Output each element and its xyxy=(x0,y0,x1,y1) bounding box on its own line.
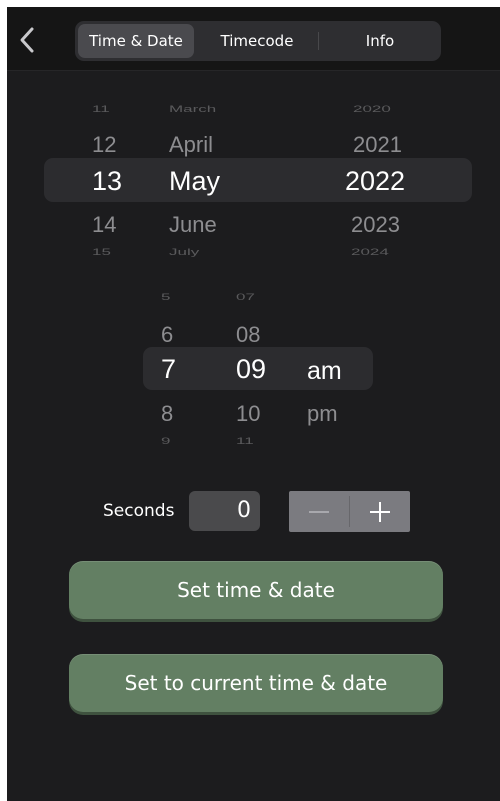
back-button[interactable] xyxy=(13,25,41,55)
minute-option[interactable]: 08 xyxy=(236,322,286,348)
time-picker[interactable]: 5 6 7 8 9 07 08 09 10 11 am pm xyxy=(7,287,500,452)
hour-option[interactable]: 5 xyxy=(161,292,191,303)
period-option-selected[interactable]: am xyxy=(307,357,357,386)
top-bar: Time & Date Timecode Info xyxy=(7,7,500,71)
month-option[interactable]: April xyxy=(169,132,279,158)
seconds-label: Seconds xyxy=(103,501,175,521)
day-option[interactable]: 12 xyxy=(92,132,132,158)
tab-info[interactable]: Info xyxy=(322,24,438,58)
set-current-time-date-button[interactable]: Set to current time & date xyxy=(69,654,443,712)
year-option-selected[interactable]: 2022 xyxy=(345,166,425,197)
day-option[interactable]: 15 xyxy=(92,247,132,258)
month-option[interactable]: March xyxy=(169,104,279,115)
minute-option[interactable]: 10 xyxy=(236,401,286,427)
year-option[interactable]: 2020 xyxy=(345,104,433,115)
plus-icon xyxy=(370,501,390,522)
month-option[interactable]: June xyxy=(169,212,279,238)
chevron-left-icon xyxy=(20,27,34,53)
hour-option[interactable]: 6 xyxy=(161,322,191,348)
tab-time-date[interactable]: Time & Date xyxy=(78,24,194,58)
year-option[interactable]: 2024 xyxy=(345,247,431,258)
day-option[interactable]: 14 xyxy=(92,212,132,238)
period-option[interactable]: pm xyxy=(307,401,357,427)
minute-option[interactable]: 11 xyxy=(236,436,286,447)
decrement-button[interactable] xyxy=(289,491,349,532)
minute-option[interactable]: 07 xyxy=(236,292,286,303)
seconds-stepper xyxy=(289,491,410,532)
seconds-row: Seconds 0 xyxy=(7,490,500,532)
increment-button[interactable] xyxy=(350,491,410,532)
set-time-date-button[interactable]: Set time & date xyxy=(69,561,443,619)
date-picker[interactable]: 11 12 13 14 15 March April May June July… xyxy=(7,102,500,262)
tab-divider xyxy=(318,32,319,50)
tab-segmented-control: Time & Date Timecode Info xyxy=(75,21,441,61)
hour-option-selected[interactable]: 7 xyxy=(161,354,191,385)
year-option[interactable]: 2021 xyxy=(345,132,433,158)
minus-icon xyxy=(309,510,329,513)
day-option-selected[interactable]: 13 xyxy=(92,166,132,197)
month-option-selected[interactable]: May xyxy=(169,166,279,197)
hour-option[interactable]: 9 xyxy=(161,436,191,447)
hour-option[interactable]: 8 xyxy=(161,401,191,427)
minute-option-selected[interactable]: 09 xyxy=(236,354,286,385)
year-option[interactable]: 2023 xyxy=(345,212,431,238)
app-screen: Time & Date Timecode Info 11 12 13 14 15… xyxy=(7,7,500,801)
month-option[interactable]: July xyxy=(169,247,279,258)
tab-timecode[interactable]: Timecode xyxy=(199,24,315,58)
seconds-value-field[interactable]: 0 xyxy=(189,491,260,531)
day-option[interactable]: 11 xyxy=(92,104,132,115)
